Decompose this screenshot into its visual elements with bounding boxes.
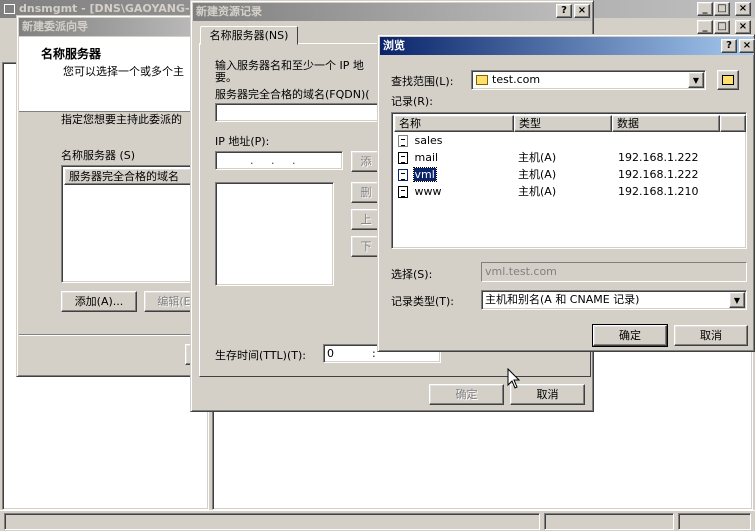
lookin-label: 查找范围(L):	[391, 75, 454, 88]
dnsmgmt-inner-minimize-button[interactable]: _	[697, 20, 713, 34]
ttl-separator: :	[372, 347, 376, 360]
fqdn-input[interactable]	[215, 103, 385, 122]
new-record-cancel-button[interactable]: 取消	[510, 384, 585, 405]
status-panel-1	[4, 513, 540, 530]
record-name: sales	[414, 134, 443, 147]
status-panel-2	[544, 513, 674, 530]
record-row-mail[interactable]: mail 主机(A) 192.168.1.222	[398, 149, 738, 166]
status-bar	[0, 510, 755, 531]
wizard-title: 新建委派向导	[22, 20, 88, 33]
record-name: mail	[414, 151, 439, 164]
records-list[interactable]: 名称 类型 数据 sales mail 主机(A) 192.168.1.222 …	[391, 112, 747, 249]
dnsmgmt-inner-close-button[interactable]: ×	[735, 20, 751, 34]
ip-address-dots: . . .	[250, 154, 296, 167]
ttl-days-value: 0	[327, 347, 334, 360]
up-one-level-button[interactable]	[717, 70, 739, 90]
dnsmgmt-title: dnsmgmt - [DNS\GAOYANG-6	[19, 2, 198, 15]
lookin-dropdown-arrow-icon[interactable]: ▼	[688, 72, 704, 88]
record-type: 主机(A)	[518, 185, 557, 198]
select-value: vml.test.com	[485, 265, 557, 278]
host-record-icon	[398, 152, 408, 164]
mmc-app-icon	[4, 4, 15, 14]
ttl-label: 生存时间(TTL)(T):	[215, 349, 306, 362]
dnsmgmt-close-button[interactable]: ×	[735, 2, 751, 16]
record-data: 192.168.1.222	[618, 151, 699, 164]
desc-line-1: 输入服务器名和至少一个 IP 地	[215, 59, 364, 72]
record-type: 主机(A)	[518, 168, 557, 181]
new-record-ok-button[interactable]: 确定	[429, 384, 504, 405]
record-data: 192.168.1.222	[618, 168, 699, 181]
ns-list-label: 名称服务器 (S)	[61, 149, 136, 162]
ip-label: IP 地址(P):	[215, 135, 270, 148]
browse-titlebar[interactable]: 浏览	[380, 37, 754, 55]
ip-address-input[interactable]: . . .	[215, 151, 343, 170]
col-header-filler	[720, 115, 746, 132]
dnsmgmt-minimize-button[interactable]: _	[697, 2, 713, 16]
wizard-header: 名称服务器 您可以选择一个或多个主	[19, 37, 213, 112]
record-row-vml[interactable]: vml 主机(A) 192.168.1.222	[398, 166, 738, 183]
record-type-combo[interactable]: 主机和别名(A 和 CNAME 记录) ▼	[481, 290, 747, 310]
record-data: 192.168.1.210	[618, 185, 699, 198]
dnsmgmt-inner-maximize-button[interactable]: □	[714, 20, 730, 34]
col-header-type[interactable]: 类型	[514, 115, 612, 132]
record-row-sales[interactable]: sales	[398, 132, 738, 149]
select-field[interactable]: vml.test.com	[481, 262, 747, 282]
tab-ns-label: 名称服务器(NS)	[209, 29, 289, 42]
wizard-titlebar[interactable]: 新建委派向导	[19, 18, 213, 36]
browse-title: 浏览	[383, 39, 405, 52]
select-label: 选择(S):	[391, 268, 433, 281]
mouse-cursor-icon	[507, 368, 521, 389]
browse-dialog: 浏览 ? × 查找范围(L): test.com ▼ 记录(R): 名称 类型 …	[377, 34, 755, 352]
records-label: 记录(R):	[391, 95, 433, 108]
dnsmgmt-maximize-button[interactable]: □	[714, 2, 730, 16]
host-record-icon	[398, 169, 408, 181]
browse-ok-button[interactable]: 确定	[592, 324, 668, 347]
up-folder-icon	[722, 75, 734, 85]
lookin-value: test.com	[492, 73, 541, 86]
wizard-instruction: 指定您想要主持此委派的	[61, 113, 182, 126]
record-type-dropdown-arrow-icon[interactable]: ▼	[729, 292, 745, 308]
wizard-subheading: 您可以选择一个或多个主	[63, 65, 184, 78]
host-record-icon	[398, 186, 408, 198]
new-record-titlebar[interactable]: 新建资源记录	[193, 3, 591, 21]
tab-ns[interactable]: 名称服务器(NS)	[200, 26, 298, 45]
record-type-value: 主机和别名(A 和 CNAME 记录)	[485, 293, 640, 306]
browse-cancel-button[interactable]: 取消	[674, 325, 748, 346]
wizard-heading: 名称服务器	[41, 47, 102, 61]
record-name-selected: vml	[412, 167, 437, 182]
browse-close-button[interactable]: ×	[739, 39, 755, 53]
new-record-help-button[interactable]: ?	[556, 4, 572, 18]
col-header-data[interactable]: 数据	[612, 115, 720, 132]
record-type: 主机(A)	[518, 151, 557, 164]
add-ns-button[interactable]: 添加(A)...	[61, 291, 137, 312]
new-record-title: 新建资源记录	[196, 5, 262, 18]
ns-list[interactable]: 服务器完全合格的域名	[61, 165, 214, 283]
status-panel-3	[678, 513, 751, 530]
desc-line-2: 要。	[215, 71, 237, 84]
lookin-combo[interactable]: test.com ▼	[471, 70, 706, 90]
new-record-close-button[interactable]: ×	[574, 4, 590, 18]
zone-folder-icon	[476, 75, 488, 85]
browse-help-button[interactable]: ?	[721, 39, 737, 53]
record-type-label: 记录类型(T):	[391, 295, 455, 308]
fqdn-label: 服务器完全合格的域名(FQDN)(	[215, 88, 370, 101]
delegation-wizard-dialog: 新建委派向导 名称服务器 您可以选择一个或多个主 指定您想要主持此委派的 名称服…	[16, 15, 216, 377]
col-header-name[interactable]: 名称	[394, 115, 514, 132]
record-row-www[interactable]: www 主机(A) 192.168.1.210	[398, 183, 738, 200]
record-name: www	[414, 185, 442, 198]
ip-address-list[interactable]	[215, 182, 334, 286]
folder-record-icon	[398, 135, 408, 147]
wizard-separator	[19, 334, 213, 336]
